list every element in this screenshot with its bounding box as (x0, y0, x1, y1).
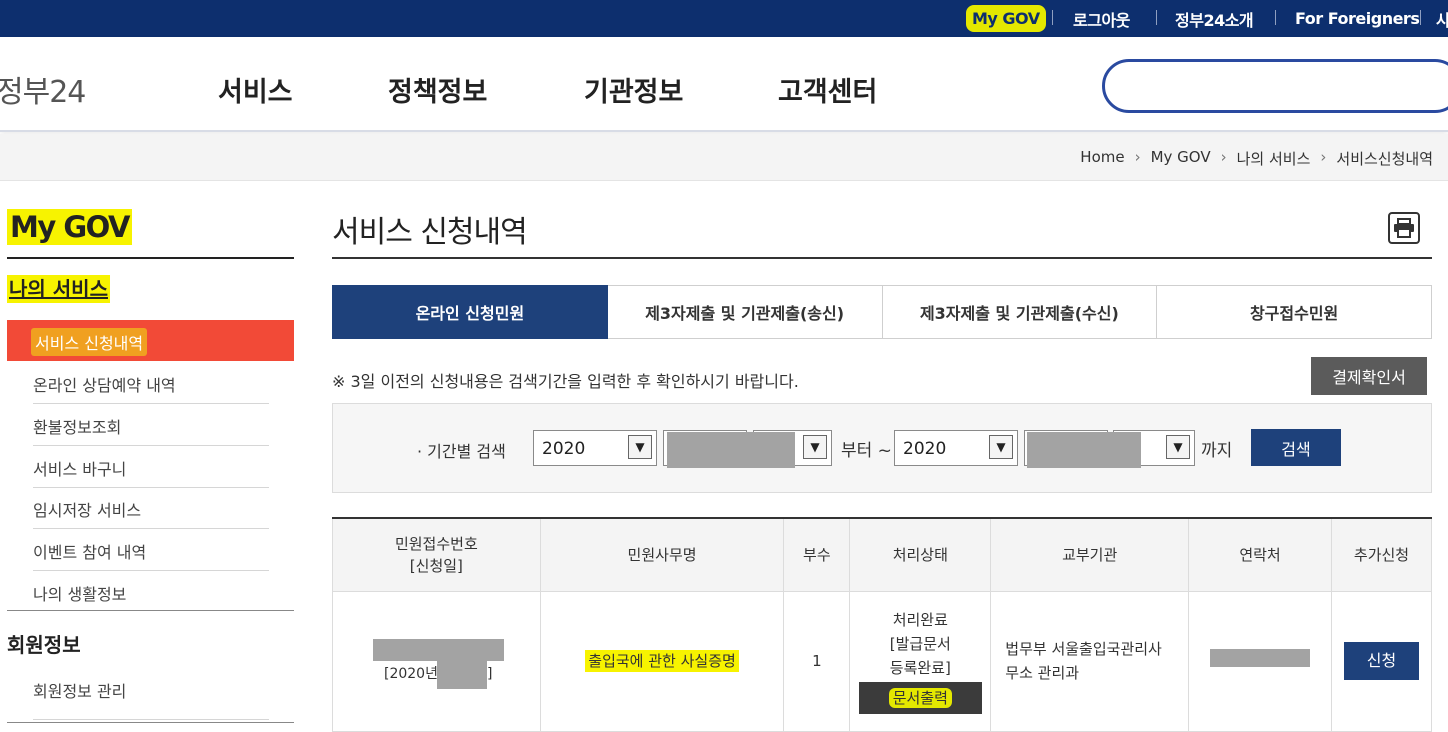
col-header-service-name: 민원사무명 (539, 517, 785, 592)
print-document-button[interactable]: 문서출력 (858, 682, 982, 714)
divider (7, 610, 294, 611)
col-header-status: 처리상태 (849, 517, 992, 592)
sidebar-item-service-basket[interactable]: 서비스 바구니 (33, 446, 269, 488)
col-header-copies: 부수 (783, 517, 851, 592)
notice-text: ※ 3일 이전의 신청내용은 검색기간을 입력한 후 확인하시기 바랍니다. (332, 372, 799, 391)
sidebar-item-event-history[interactable]: 이벤트 참여 내역 (33, 529, 269, 571)
breadcrumb-bar: Home › My GOV › 나의 서비스 › 서비스신청내역 (0, 134, 1448, 181)
applications-table: 민원접수번호 [신청일] 민원사무명 부수 처리상태 교부기관 연락처 추가신청… (332, 517, 1433, 732)
from-year-select[interactable]: 2020 ▼ (533, 430, 657, 466)
tab-third-party-received[interactable]: 제3자제출 및 기관제출(수신) (882, 285, 1158, 339)
chevron-right-icon: › (1134, 148, 1141, 166)
receipt-date-suffix: ] (487, 666, 493, 682)
chevron-down-icon: ▼ (628, 435, 652, 459)
service-name[interactable]: 출입국에 관한 사실증명 (585, 650, 739, 672)
col-header-receipt-no: 민원접수번호 [신청일] (332, 517, 541, 592)
chevron-down-icon: ▼ (989, 435, 1013, 459)
payment-confirm-button[interactable]: 결제확인서 (1311, 357, 1427, 395)
sidebar-item-service-history[interactable]: 서비스 신청내역 (7, 320, 294, 361)
sidebar-title: My GOV (7, 209, 132, 245)
chevron-right-icon: › (1320, 148, 1327, 166)
sidebar-item-member-manage[interactable]: 회원정보 관리 (33, 678, 269, 720)
from-label: 부터 ~ (841, 441, 892, 461)
sidebar-item-temp-saved[interactable]: 임시저장 서비스 (33, 487, 269, 529)
site-logo[interactable]: 정부24 (0, 67, 86, 111)
breadcrumb-my-gov[interactable]: My GOV (1151, 148, 1211, 169)
search-input[interactable] (1102, 59, 1448, 113)
breadcrumb-home[interactable]: Home (1080, 148, 1124, 169)
redacted-value (1210, 648, 1311, 667)
tab-third-party-sent[interactable]: 제3자제출 및 기관제출(송신) (607, 285, 883, 339)
receipt-date-prefix: [2020년 (384, 666, 438, 682)
status-text: 처리완료 [발급문서 등록완료] (889, 611, 951, 677)
cell-status: 처리완료 [발급문서 등록완료] 문서출력 (849, 590, 992, 732)
divider (1420, 10, 1421, 25)
gnb-policy-info[interactable]: 정책정보 (388, 70, 487, 109)
breadcrumb: Home › My GOV › 나의 서비스 › 서비스신청내역 (1080, 148, 1433, 169)
tab-bar: 온라인 신청민원 제3자제출 및 기관제출(송신) 제3자제출 및 기관제출(수… (332, 285, 1432, 339)
breadcrumb-current: 서비스신청내역 (1336, 150, 1433, 168)
for-foreigners-link[interactable]: For Foreigners (1295, 0, 1420, 37)
sidebar-section-my-services[interactable]: 나의 서비스 (7, 275, 110, 303)
sidebar-item-life-info[interactable]: 나의 생활정보 (33, 571, 269, 613)
tab-counter-applications[interactable]: 창구접수민원 (1157, 285, 1432, 339)
redacted-value (667, 432, 795, 468)
printer-icon (1394, 218, 1414, 238)
sidebar-item-label: 서비스 신청내역 (31, 328, 148, 356)
about-link[interactable]: 정부24소개 (1175, 0, 1254, 37)
print-document-label: 문서출력 (888, 688, 952, 708)
site-header: 정부24 서비스 정책정보 기관정보 고객센터 (0, 37, 1448, 132)
tab-online-applications[interactable]: 온라인 신청민원 (332, 285, 608, 339)
print-button[interactable] (1388, 212, 1420, 244)
apply-button[interactable]: 신청 (1343, 642, 1419, 680)
col-header-contact: 연락처 (1188, 517, 1332, 592)
from-year-value: 2020 (542, 439, 586, 459)
breadcrumb-my-services[interactable]: 나의 서비스 (1237, 148, 1311, 169)
chevron-down-icon: ▼ (1166, 435, 1190, 459)
search-button[interactable]: 검색 (1251, 429, 1341, 466)
chevron-right-icon: › (1220, 148, 1227, 166)
cell-extra-apply: 신청 (1330, 590, 1433, 732)
sidebar-section-member-info[interactable]: 회원정보 (7, 629, 81, 658)
redacted-value (373, 639, 504, 661)
gnb-customer-center[interactable]: 고객센터 (778, 70, 877, 109)
col-header-extra-apply: 추가신청 (1330, 517, 1433, 592)
my-gov-link[interactable]: My GOV (966, 0, 1046, 37)
to-year-select[interactable]: 2020 ▼ (894, 430, 1018, 466)
sidebar-item-refund-info[interactable]: 환불정보조회 (33, 404, 269, 446)
col-header-agency: 교부기관 (990, 517, 1190, 592)
gnb-agency-info[interactable]: 기관정보 (584, 70, 683, 109)
to-year-value: 2020 (903, 439, 947, 459)
chevron-down-icon: ▼ (803, 435, 827, 459)
sitemap-link[interactable]: 사 (1436, 0, 1448, 37)
cell-contact (1188, 590, 1332, 732)
table-header-row: 민원접수번호 [신청일] 민원사무명 부수 처리상태 교부기관 연락처 추가신청 (332, 517, 1433, 592)
logout-link[interactable]: 로그아웃 (1073, 0, 1130, 37)
table-row: [2020년 ] 출입국에 관한 사실증명 1 처리완료 [발급문서 등록완료]… (332, 590, 1433, 732)
to-label: 까지 (1201, 441, 1233, 461)
divider (332, 257, 1432, 259)
divider (1052, 10, 1053, 25)
cell-copies: 1 (783, 590, 851, 732)
sidebar-item-consult-reservations[interactable]: 온라인 상담예약 내역 (33, 362, 269, 404)
divider (1275, 10, 1276, 25)
divider (1156, 10, 1157, 25)
redacted-value (437, 661, 487, 689)
period-search-label: · 기간별 검색 (417, 442, 506, 461)
redacted-value (1027, 432, 1141, 468)
period-search-panel: · 기간별 검색 2020 ▼ ▼ 부터 ~ 2020 ▼ ▼ 까지 검색 (332, 403, 1432, 493)
my-gov-link-label: My GOV (966, 5, 1046, 32)
page-title: 서비스 신청내역 (332, 215, 528, 250)
gnb-services[interactable]: 서비스 (218, 70, 293, 109)
cell-receipt-no: [2020년 ] (332, 590, 541, 732)
cell-agency: 법무부 서울출입국관리사무소 관리과 (990, 590, 1190, 732)
top-utility-bar: My GOV 로그아웃 정부24소개 For Foreigners 사 (0, 0, 1448, 37)
cell-service-name[interactable]: 출입국에 관한 사실증명 (539, 590, 785, 732)
divider (7, 257, 294, 259)
